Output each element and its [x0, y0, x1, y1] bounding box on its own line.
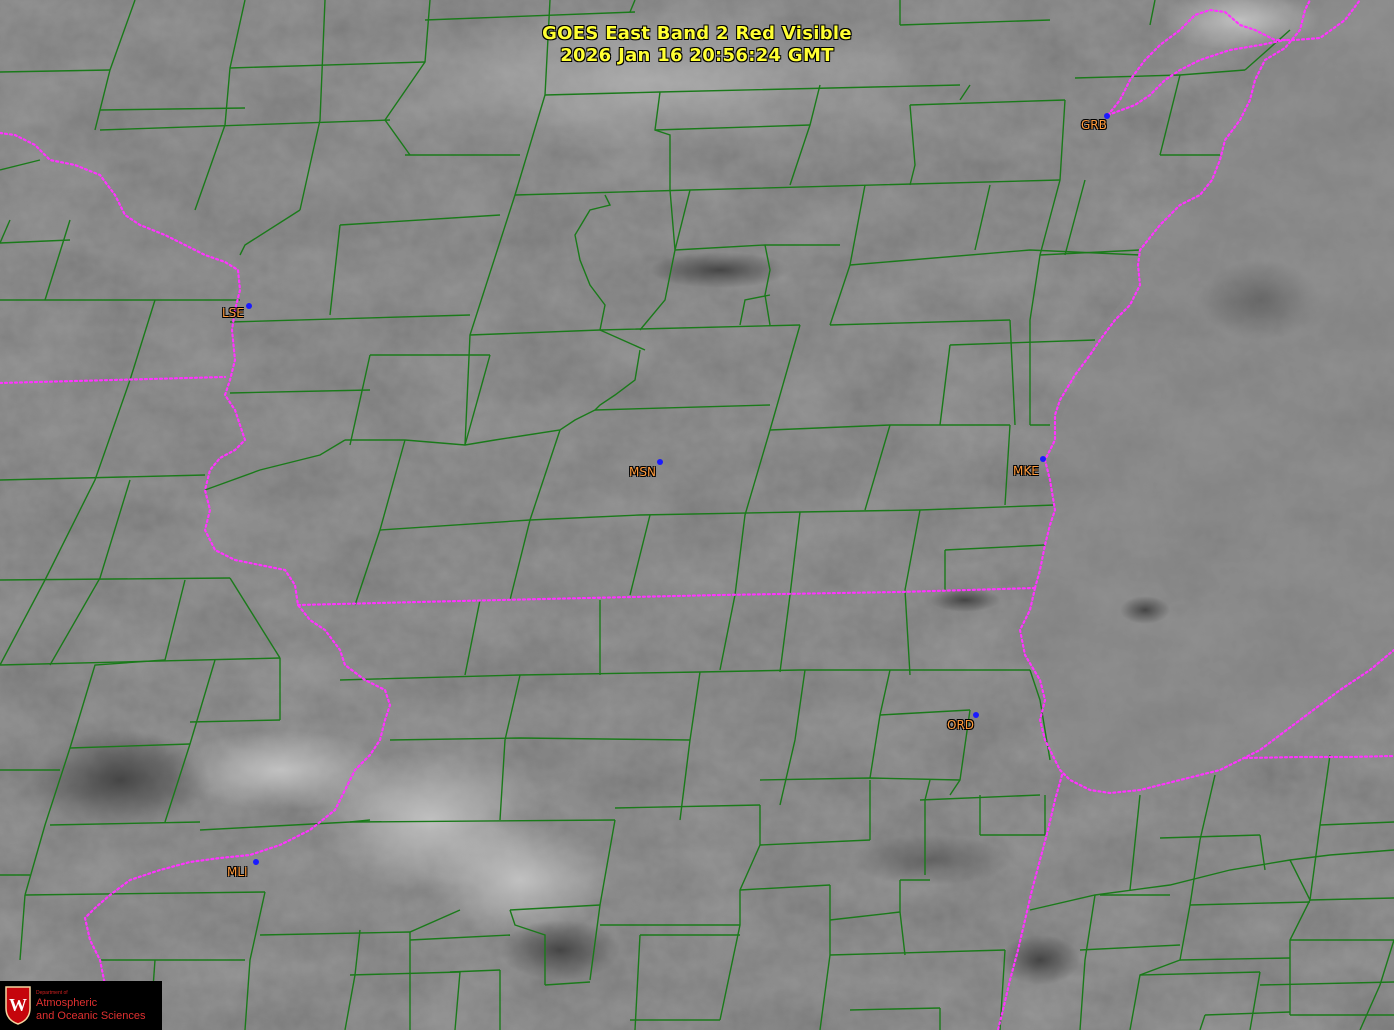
station-label-grb: GRB: [1081, 118, 1107, 132]
uw-crest-icon: W: [5, 986, 31, 1025]
logo-department-text: Department of: [36, 990, 68, 996]
station-label-mli: MLI: [227, 865, 248, 879]
dark-area: [1120, 596, 1170, 624]
logo-atmospheric-text: Atmospheric: [36, 997, 98, 1009]
station-marker-lse: [246, 303, 252, 309]
image-title: GOES East Band 2 Red Visible: [542, 23, 852, 44]
dark-area: [500, 920, 620, 980]
dark-area: [30, 730, 210, 830]
satellite-map: GOES East Band 2 Red Visible 2026 Jan 16…: [0, 0, 1394, 1030]
dark-area: [1200, 260, 1320, 340]
dark-area: [1000, 935, 1080, 985]
aos-logo: W Department of Atmospheric and Oceanic …: [0, 981, 162, 1030]
station-marker-mke: [1040, 456, 1046, 462]
svg-text:W: W: [9, 995, 27, 1015]
satellite-imagery: [0, 0, 1394, 1030]
station-label-ord: ORD: [947, 718, 975, 732]
logo-oceanic-text: and Oceanic Sciences: [36, 1010, 146, 1022]
image-timestamp: 2026 Jan 16 20:56:24 GMT: [560, 45, 834, 66]
station-label-mke: MKE: [1013, 464, 1039, 478]
station-marker-mli: [253, 859, 259, 865]
dark-area: [850, 835, 1010, 885]
bright-cloud-area: [430, 820, 610, 940]
station-marker-msn: [657, 459, 663, 465]
station-label-msn: MSN: [629, 465, 656, 479]
station-label-lse: LSE: [222, 306, 244, 320]
